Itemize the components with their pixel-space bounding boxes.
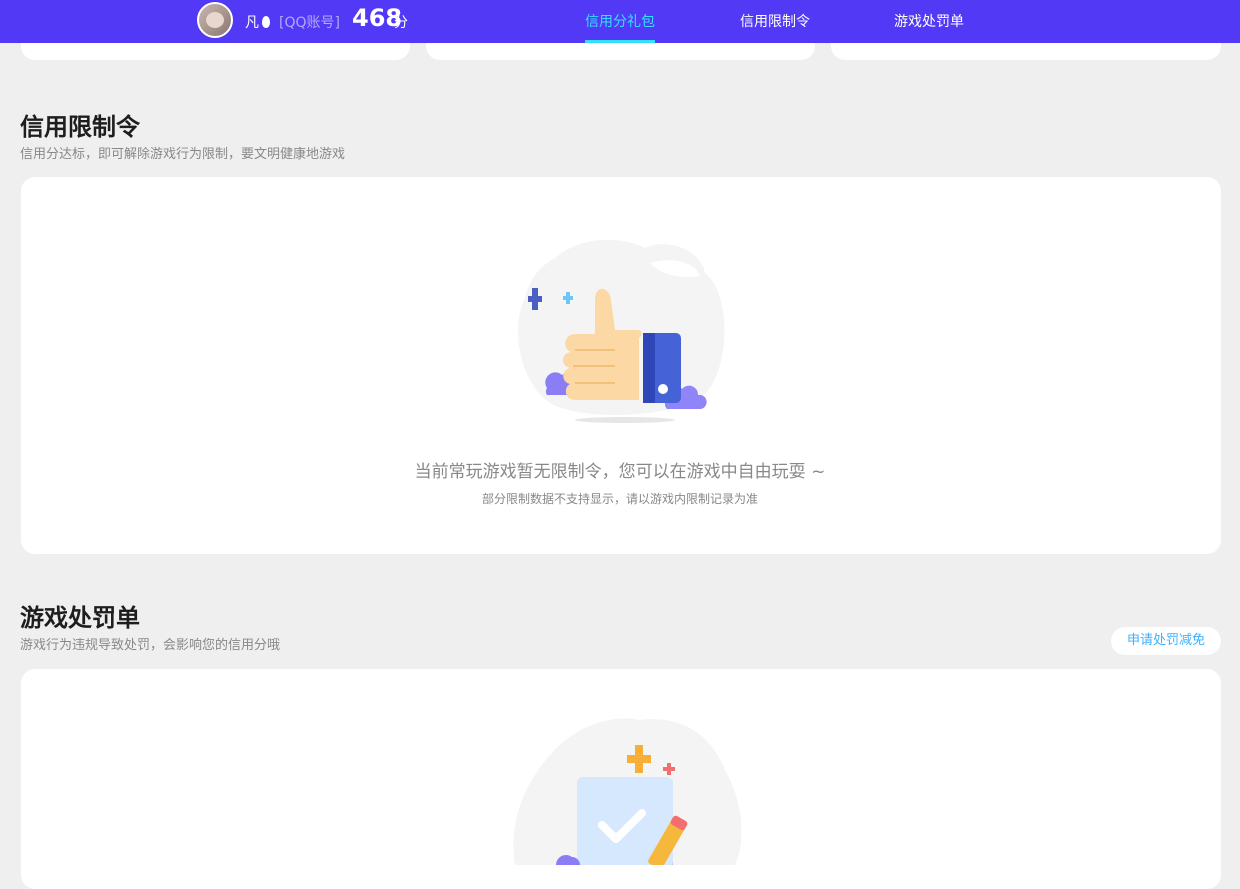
- restriction-section-subtitle: 信用分达标，即可解除游戏行为限制，要文明健康地游戏: [20, 147, 346, 162]
- tab-game-penalty[interactable]: 游戏处罚单: [894, 11, 964, 43]
- user-name-text: 凡: [245, 15, 259, 31]
- restriction-section-title: 信用限制令: [20, 113, 140, 141]
- tab-credit-gift[interactable]: 信用分礼包: [585, 11, 655, 43]
- apply-penalty-reduction-button[interactable]: 申请处罚减免: [1111, 627, 1221, 655]
- checklist-illustration: [513, 718, 742, 865]
- avatar[interactable]: [197, 2, 233, 38]
- tab-credit-restriction[interactable]: 信用限制令: [740, 11, 810, 43]
- top-nav-bar: 凡 [QQ账号] 468 分 信用分礼包 信用限制令 游戏处罚单: [0, 0, 1240, 43]
- penalty-section-title: 游戏处罚单: [20, 604, 140, 632]
- user-name: 凡: [245, 12, 270, 32]
- restriction-empty-note: 部分限制数据不支持显示，请以游戏内限制记录为准: [481, 492, 758, 506]
- penalty-section-subtitle: 游戏行为违规导致处罚，会影响您的信用分哦: [20, 638, 281, 653]
- shadow-shape: [575, 417, 675, 423]
- credit-score-unit: 分: [394, 15, 408, 31]
- thumbs-up-illustration: [518, 239, 725, 423]
- account-type-tag: [QQ账号]: [279, 15, 340, 31]
- restriction-empty-message: 当前常玩游戏暂无限制令，您可以在游戏中自由玩耍 ~: [414, 462, 826, 482]
- qq-icon: [262, 16, 270, 28]
